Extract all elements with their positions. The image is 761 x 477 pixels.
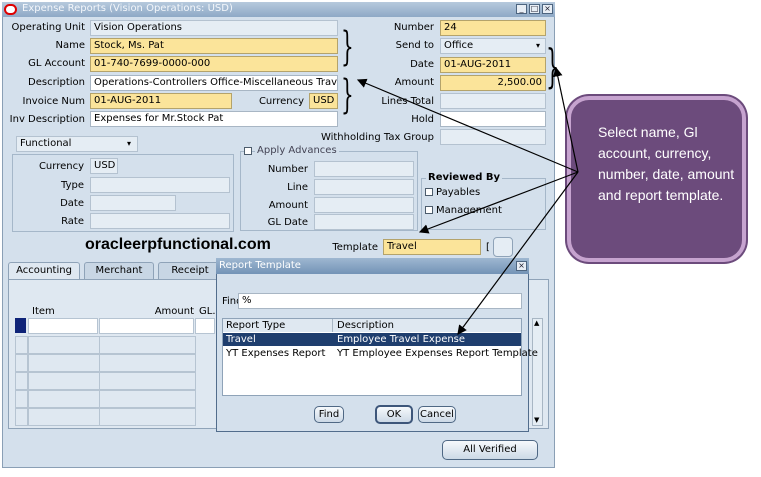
arrow-to-travel-row (457, 171, 579, 335)
arrow-to-name-brace (356, 78, 579, 173)
arrow-to-right-brace (553, 66, 579, 173)
annotation-arrows (356, 66, 579, 335)
arrow-to-template (418, 171, 579, 234)
